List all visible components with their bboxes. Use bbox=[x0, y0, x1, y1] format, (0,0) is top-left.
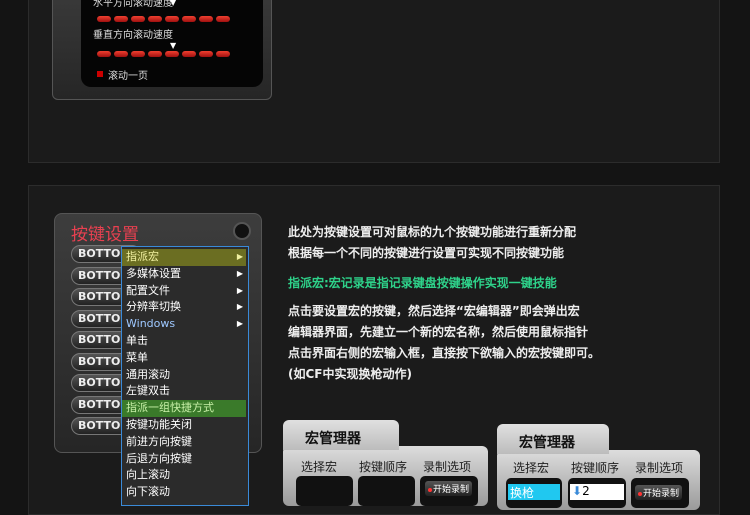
submenu-arrow-icon: ▶ bbox=[236, 302, 243, 312]
menu-item-scroll-up[interactable]: 向上滚动 bbox=[122, 467, 246, 484]
menu-item-shortcut[interactable]: 指派一组快捷方式 bbox=[122, 400, 246, 417]
submenu-arrow-icon: ▶ bbox=[236, 268, 243, 278]
menu-item-back[interactable]: 后退方向按键 bbox=[122, 451, 246, 468]
scroll-page-label: 滚动一页 bbox=[108, 71, 148, 82]
macro-list[interactable] bbox=[296, 476, 353, 506]
menu-item-label: 分辨率切换 bbox=[126, 300, 181, 314]
menu-item-label: 多媒体设置 bbox=[126, 266, 181, 280]
v-speed-label: 垂直方向滚动速度 bbox=[93, 30, 173, 41]
macro-manager-title: 宏管理器 bbox=[497, 424, 609, 454]
key-down-arrow-icon: ⬇ bbox=[572, 484, 583, 498]
h-speed-label: 水平方向滚动速度 bbox=[93, 0, 173, 9]
menu-item-label: Windows bbox=[126, 317, 176, 331]
submenu-arrow-icon: ▶ bbox=[236, 252, 243, 261]
menu-item-profile[interactable]: 配置文件 ▶ bbox=[122, 283, 246, 300]
menu-item-assign-macro[interactable]: 指派宏 ▶ bbox=[122, 249, 246, 266]
desc-p2: 编辑器界面，先建立一个新的宏名称，然后使用鼠标指针 bbox=[288, 325, 589, 339]
key-order-list[interactable] bbox=[358, 476, 415, 506]
key-order-item[interactable]: ⬇2 bbox=[570, 484, 624, 500]
start-record-button[interactable]: 开始录制 bbox=[425, 481, 473, 496]
col-select-macro: 选择宏 bbox=[513, 461, 550, 475]
knob-icon bbox=[233, 222, 251, 240]
desc-line-1: 此处为按键设置可对鼠标的九个按键功能进行重新分配 bbox=[288, 225, 577, 239]
scroll-page-checkbox[interactable] bbox=[97, 71, 103, 77]
key-order-list[interactable]: ⬇2 bbox=[568, 478, 626, 508]
macro-item-selected[interactable]: 换枪 bbox=[508, 484, 560, 500]
device-scroll-panel: 水平方向滚动速度 ▼ 垂直方向滚动速度 ▼ 滚动一页 bbox=[52, 0, 272, 100]
menu-item-multimedia[interactable]: 多媒体设置 ▶ bbox=[122, 266, 246, 283]
col-record-options: 录制选项 bbox=[635, 461, 684, 475]
desc-p1: 点击要设置宏的按键，然后选择“宏编辑器”即会弹出宏 bbox=[288, 304, 580, 318]
macro-manager-empty: 宏管理器 选择宏 按键顺序 录制选项 开始录制 bbox=[283, 420, 488, 506]
menu-item-label: 指派宏 bbox=[126, 250, 159, 263]
menu-item-disable[interactable]: 按键功能关闭 bbox=[122, 417, 246, 434]
desc-p3: 点击界面右侧的宏输入框，直接按下欲输入的宏按键即可。 bbox=[288, 346, 601, 360]
col-select-macro: 选择宏 bbox=[301, 460, 338, 474]
macro-list[interactable]: 换枪 bbox=[506, 478, 562, 508]
v-speed-slider[interactable] bbox=[97, 51, 230, 57]
desc-p4: (如CF中实现换枪动作) bbox=[288, 367, 412, 381]
col-record-options: 录制选项 bbox=[423, 460, 472, 474]
submenu-arrow-icon: ▶ bbox=[236, 285, 243, 295]
desc-line-2: 根据每一个不同的按键进行设置可实现不同按键功能 bbox=[288, 246, 565, 260]
menu-item-windows[interactable]: Windows ▶ bbox=[122, 316, 246, 333]
h-speed-slider[interactable] bbox=[97, 16, 230, 22]
panel-title: 按键设置 bbox=[71, 225, 139, 245]
macro-manager-title: 宏管理器 bbox=[283, 420, 399, 450]
macro-title: 指派宏:宏记录是指记录键盘按键操作实现一键技能 bbox=[288, 276, 557, 290]
menu-item-forward[interactable]: 前进方向按键 bbox=[122, 434, 246, 451]
macro-manager-filled: 宏管理器 选择宏 按键顺序 录制选项 换枪 ⬇2 开始录制 bbox=[497, 424, 700, 510]
menu-item-menu[interactable]: 菜单 bbox=[122, 350, 246, 367]
v-speed-pointer-icon[interactable]: ▼ bbox=[170, 41, 176, 50]
menu-item-click[interactable]: 单击 bbox=[122, 333, 246, 350]
context-menu: 指派宏 ▶ 多媒体设置 ▶ 配置文件 ▶ 分辨率切换 ▶ Windows ▶ 单击 菜单 … bbox=[121, 246, 249, 506]
h-speed-pointer-icon[interactable]: ▼ bbox=[170, 0, 176, 7]
menu-item-universal-scroll[interactable]: 通用滚动 bbox=[122, 367, 246, 384]
submenu-arrow-icon: ▶ bbox=[236, 319, 243, 329]
col-key-order: 按键顺序 bbox=[571, 461, 620, 475]
menu-item-label: 配置文件 bbox=[126, 283, 170, 297]
menu-item-double-click[interactable]: 左键双击 bbox=[122, 383, 246, 400]
col-key-order: 按键顺序 bbox=[359, 460, 408, 474]
start-record-button[interactable]: 开始录制 bbox=[635, 485, 683, 500]
menu-item-scroll-down[interactable]: 向下滚动 bbox=[122, 484, 246, 501]
menu-item-dpi[interactable]: 分辨率切换 ▶ bbox=[122, 299, 246, 316]
device-screen: 水平方向滚动速度 ▼ 垂直方向滚动速度 ▼ 滚动一页 bbox=[81, 0, 263, 87]
